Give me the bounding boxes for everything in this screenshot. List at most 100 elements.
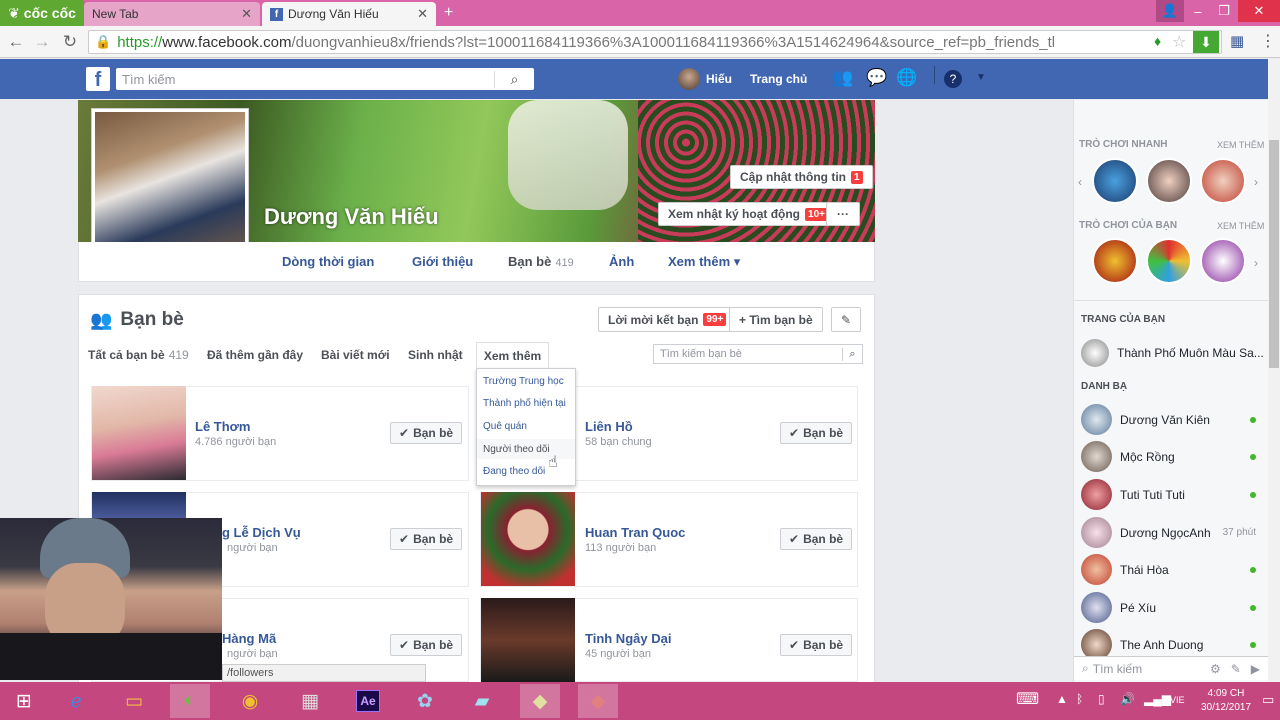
- notepad-icon[interactable]: ▰: [462, 684, 502, 718]
- notifications-icon[interactable]: ▭: [1262, 692, 1274, 708]
- tab-timeline[interactable]: Dòng thời gian: [282, 254, 374, 269]
- chat-search-input[interactable]: ⌕ Tìm kiếm ⚙ ✎ ▶: [1074, 656, 1268, 680]
- extension-icon[interactable]: ♦: [1154, 33, 1161, 49]
- tab-photos[interactable]: Ảnh: [609, 254, 634, 269]
- language-indicator[interactable]: VIE: [1170, 695, 1185, 705]
- friend-name[interactable]: Liên Hồ: [585, 419, 633, 434]
- back-icon[interactable]: ←: [6, 32, 26, 52]
- friend-photo[interactable]: [92, 386, 186, 480]
- bookmark-star-icon[interactable]: ☆: [1172, 32, 1186, 52]
- more-options-button[interactable]: ···: [826, 202, 860, 226]
- friend-button[interactable]: ✔ Bạn bè: [780, 634, 853, 656]
- messenger-icon[interactable]: 💬: [866, 68, 887, 88]
- friend-button[interactable]: ✔ Bạn bè: [390, 634, 463, 656]
- window-close-icon[interactable]: ✕: [1238, 0, 1280, 22]
- friend-name[interactable]: Hàng Mã: [222, 631, 276, 646]
- game-thumbnail[interactable]: [1200, 158, 1246, 204]
- edit-pencil-icon[interactable]: ✎: [831, 307, 861, 332]
- friend-button[interactable]: ✔ Bạn bè: [780, 422, 853, 444]
- contact-item[interactable]: Tuti Tuti Tuti: [1081, 479, 1256, 510]
- app-window-icon[interactable]: ◆: [520, 684, 560, 718]
- menu-item-followers[interactable]: Người theo dõi: [483, 444, 550, 455]
- signal-icon[interactable]: ▂▄▆: [1144, 692, 1171, 706]
- game-thumbnail[interactable]: [1092, 158, 1138, 204]
- subtab-recently-added[interactable]: Đã thêm gần đây: [207, 348, 303, 362]
- calendar-icon[interactable]: ▦: [1230, 32, 1244, 50]
- game-thumbnail[interactable]: [1092, 238, 1138, 284]
- contact-item[interactable]: Dương Văn Kiên: [1081, 404, 1256, 435]
- friend-requests-button[interactable]: Lời mời kết bạn 99+: [598, 307, 737, 332]
- subtab-new-posts[interactable]: Bài viết mới: [321, 348, 390, 362]
- tab-profile[interactable]: f Dương Văn Hiếu ✕: [262, 2, 436, 26]
- volume-icon[interactable]: 🔊: [1120, 692, 1135, 706]
- compose-icon[interactable]: ✎: [1231, 662, 1241, 676]
- chevron-right-icon[interactable]: ›: [1254, 175, 1258, 189]
- help-icon[interactable]: ?: [944, 70, 962, 88]
- system-clock[interactable]: 4:09 CH 30/12/2017: [1196, 687, 1256, 715]
- new-tab-icon[interactable]: +: [444, 4, 453, 22]
- keyboard-icon[interactable]: ⌨: [1016, 689, 1039, 709]
- scrollbar-thumb[interactable]: [1269, 140, 1279, 368]
- friend-button[interactable]: ✔ Bạn bè: [780, 528, 853, 550]
- address-bar[interactable]: 🔒 https:// www.facebook.com /duongvanhie…: [88, 30, 1222, 54]
- subtab-birthdays[interactable]: Sinh nhật: [408, 348, 463, 362]
- tab-more[interactable]: Xem thêm ▾: [668, 254, 740, 270]
- windows-start-icon[interactable]: ⊞: [4, 684, 44, 718]
- minimize-icon[interactable]: –: [1184, 0, 1212, 22]
- forward-icon[interactable]: →: [32, 32, 52, 52]
- friend-name[interactable]: Tinh Ngây Dại: [585, 631, 671, 646]
- after-effects-icon[interactable]: Ae: [348, 684, 388, 718]
- update-info-button[interactable]: Cập nhật thông tin 1: [730, 165, 873, 189]
- friend-photo[interactable]: [481, 598, 575, 682]
- chevron-left-icon[interactable]: ‹: [1078, 175, 1082, 189]
- chevron-right-icon[interactable]: ›: [1254, 256, 1258, 270]
- account-menu-chevron-down-icon[interactable]: ▼: [976, 72, 986, 83]
- find-friends-button[interactable]: + Tìm bạn bè: [729, 307, 823, 332]
- camtasia-icon[interactable]: ✿: [405, 684, 445, 718]
- restore-icon[interactable]: ❐: [1210, 0, 1238, 22]
- tab-friends[interactable]: Bạn bè 419: [508, 254, 574, 269]
- your-games-see-all[interactable]: XEM THÊM: [1217, 221, 1264, 231]
- friend-photo[interactable]: [481, 492, 575, 586]
- tab-about[interactable]: Giới thiệu: [412, 254, 473, 269]
- contact-item[interactable]: Mộc Rồng: [1081, 441, 1256, 472]
- header-profile-link[interactable]: Hiếu: [706, 72, 732, 86]
- friend-button[interactable]: ✔ Bạn bè: [390, 422, 463, 444]
- friend-requests-icon[interactable]: 👥: [832, 68, 853, 88]
- game-thumbnail[interactable]: [1146, 238, 1192, 284]
- menu-item-current-city[interactable]: Thành phố hiện tại: [483, 398, 566, 409]
- activity-log-button[interactable]: Xem nhật ký hoạt động 10+: [658, 202, 838, 226]
- game-thumbnail[interactable]: [1146, 158, 1192, 204]
- friend-name[interactable]: Lê Thơm: [195, 419, 250, 434]
- facebook-logo-icon[interactable]: f: [86, 67, 110, 91]
- avatar[interactable]: [678, 68, 700, 90]
- tray-expand-icon[interactable]: ▲: [1056, 692, 1068, 706]
- menu-item-hometown[interactable]: Quê quán: [483, 421, 527, 432]
- profile-name[interactable]: Dương Văn Hiếu: [264, 204, 439, 230]
- page-link[interactable]: Thành Phố Muôn Màu Sa...: [1081, 339, 1264, 367]
- friend-name[interactable]: g Lễ Dịch Vụ: [222, 525, 301, 540]
- gear-icon[interactable]: ⚙: [1210, 662, 1221, 676]
- reload-icon[interactable]: ↻: [60, 32, 80, 52]
- notifications-globe-icon[interactable]: 🌐: [896, 68, 917, 88]
- menu-icon[interactable]: ⋮: [1260, 31, 1276, 51]
- menu-item-following[interactable]: Đang theo dõi: [483, 466, 545, 477]
- file-explorer-icon[interactable]: ▭: [114, 684, 154, 718]
- video-icon[interactable]: ▶: [1251, 662, 1260, 676]
- bluetooth-icon[interactable]: ᛒ: [1076, 692, 1083, 706]
- contact-item[interactable]: Dương NgọcAnh 37 phút: [1081, 517, 1256, 548]
- contact-item[interactable]: Thái Hòa: [1081, 554, 1256, 585]
- header-home-link[interactable]: Trang chủ: [750, 72, 807, 86]
- chrome-icon[interactable]: ◉: [230, 684, 270, 718]
- download-icon[interactable]: ⬇: [1193, 31, 1219, 53]
- tab-new-tab[interactable]: New Tab ✕: [84, 2, 260, 26]
- subtab-all-friends[interactable]: Tất cả bạn bè 419: [88, 348, 189, 362]
- user-icon[interactable]: 👤: [1156, 0, 1184, 22]
- subtab-more[interactable]: Xem thêm: [476, 342, 549, 368]
- friend-search-input[interactable]: Tìm kiếm bạn bè ⌕: [653, 344, 863, 364]
- browser-brand-button[interactable]: ❦ cốc cốc: [0, 0, 84, 26]
- menu-item-high-school[interactable]: Trường Trung học: [483, 376, 564, 387]
- search-icon[interactable]: ⌕: [842, 347, 862, 361]
- friend-name[interactable]: Huan Tran Quoc: [585, 525, 685, 540]
- facebook-search-input[interactable]: Tìm kiếm ⌕: [116, 68, 534, 90]
